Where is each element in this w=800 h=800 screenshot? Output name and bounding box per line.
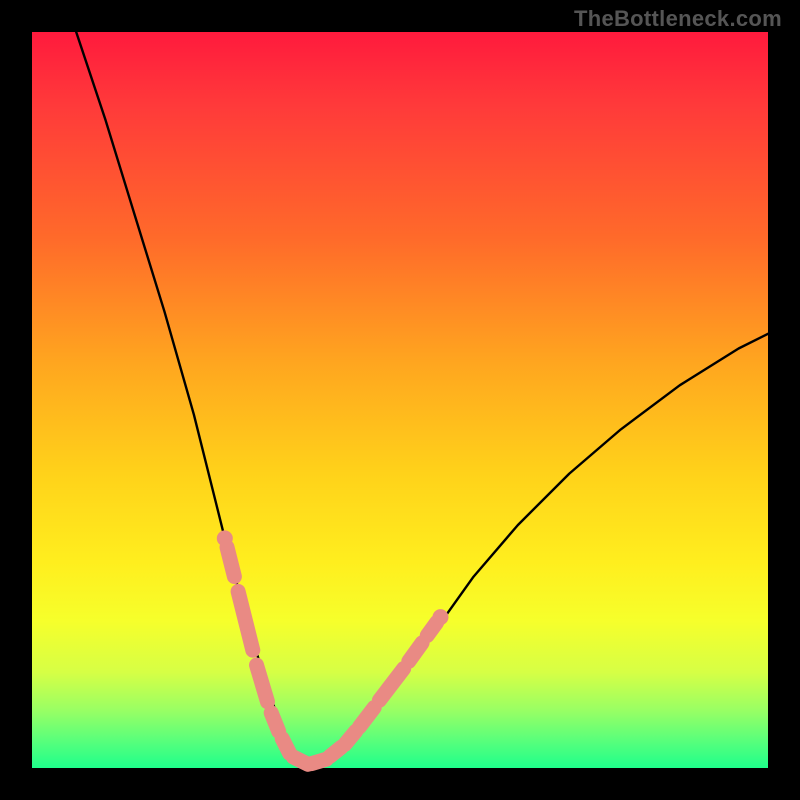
marker-segment bbox=[282, 739, 289, 754]
plot-area bbox=[32, 32, 768, 768]
marker-segment bbox=[257, 665, 268, 702]
brand-watermark: TheBottleneck.com bbox=[574, 6, 782, 32]
marker-segment bbox=[360, 708, 375, 727]
marker-segment bbox=[271, 713, 278, 731]
marker-segment bbox=[227, 547, 234, 576]
marker-end-dot bbox=[433, 609, 449, 625]
marker-segment bbox=[409, 643, 422, 661]
marker-group bbox=[217, 530, 449, 764]
marker-end-dot bbox=[217, 530, 233, 546]
curve-layer bbox=[32, 32, 768, 768]
chart-stage: TheBottleneck.com bbox=[0, 0, 800, 800]
marker-segment bbox=[345, 731, 356, 744]
marker-segment bbox=[427, 622, 437, 635]
marker-segment bbox=[238, 591, 253, 650]
marker-segment bbox=[379, 669, 403, 701]
